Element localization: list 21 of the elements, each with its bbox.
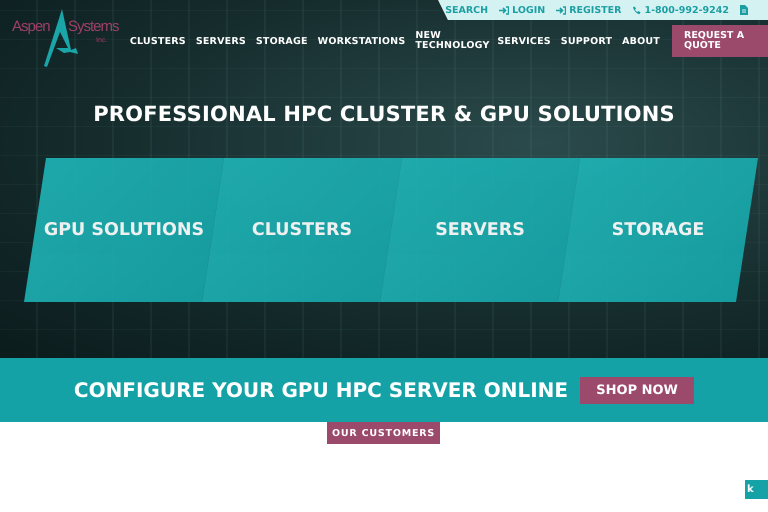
request-quote-button[interactable]: REQUEST A QUOTE — [672, 25, 768, 57]
nav-link[interactable]: ABOUT — [622, 36, 660, 46]
logo-text: Systems — [68, 19, 119, 35]
hero-title: PROFESSIONAL HPC CLUSTER & GPU SOLUTIONS — [92, 102, 676, 126]
shop-now-button[interactable]: SHOP NOW — [580, 376, 694, 404]
document-icon — [740, 5, 748, 15]
cta-text: CONFIGURE YOUR GPU HPC SERVER ONLINE — [74, 378, 568, 402]
nav-link[interactable]: NEW TECHNOLOGY — [415, 31, 488, 51]
phone-icon — [632, 6, 642, 14]
logo-text: Aspen — [12, 19, 50, 35]
nav-link[interactable]: SERVICES — [497, 36, 551, 46]
side-tab[interactable]: k — [745, 480, 768, 499]
sign-in-icon — [556, 6, 566, 14]
nav-link[interactable]: STORAGE — [256, 36, 308, 46]
nav-link[interactable]: WORKSTATIONS — [318, 36, 406, 46]
sign-in-icon — [499, 6, 510, 14]
section-label: OUR CUSTOMERS — [327, 422, 440, 444]
nav-link[interactable]: SERVERS — [196, 36, 246, 46]
document-link[interactable] — [740, 5, 748, 15]
nav-link[interactable]: CLUSTERS — [130, 36, 186, 46]
nav-link[interactable]: SUPPORT — [560, 36, 612, 46]
